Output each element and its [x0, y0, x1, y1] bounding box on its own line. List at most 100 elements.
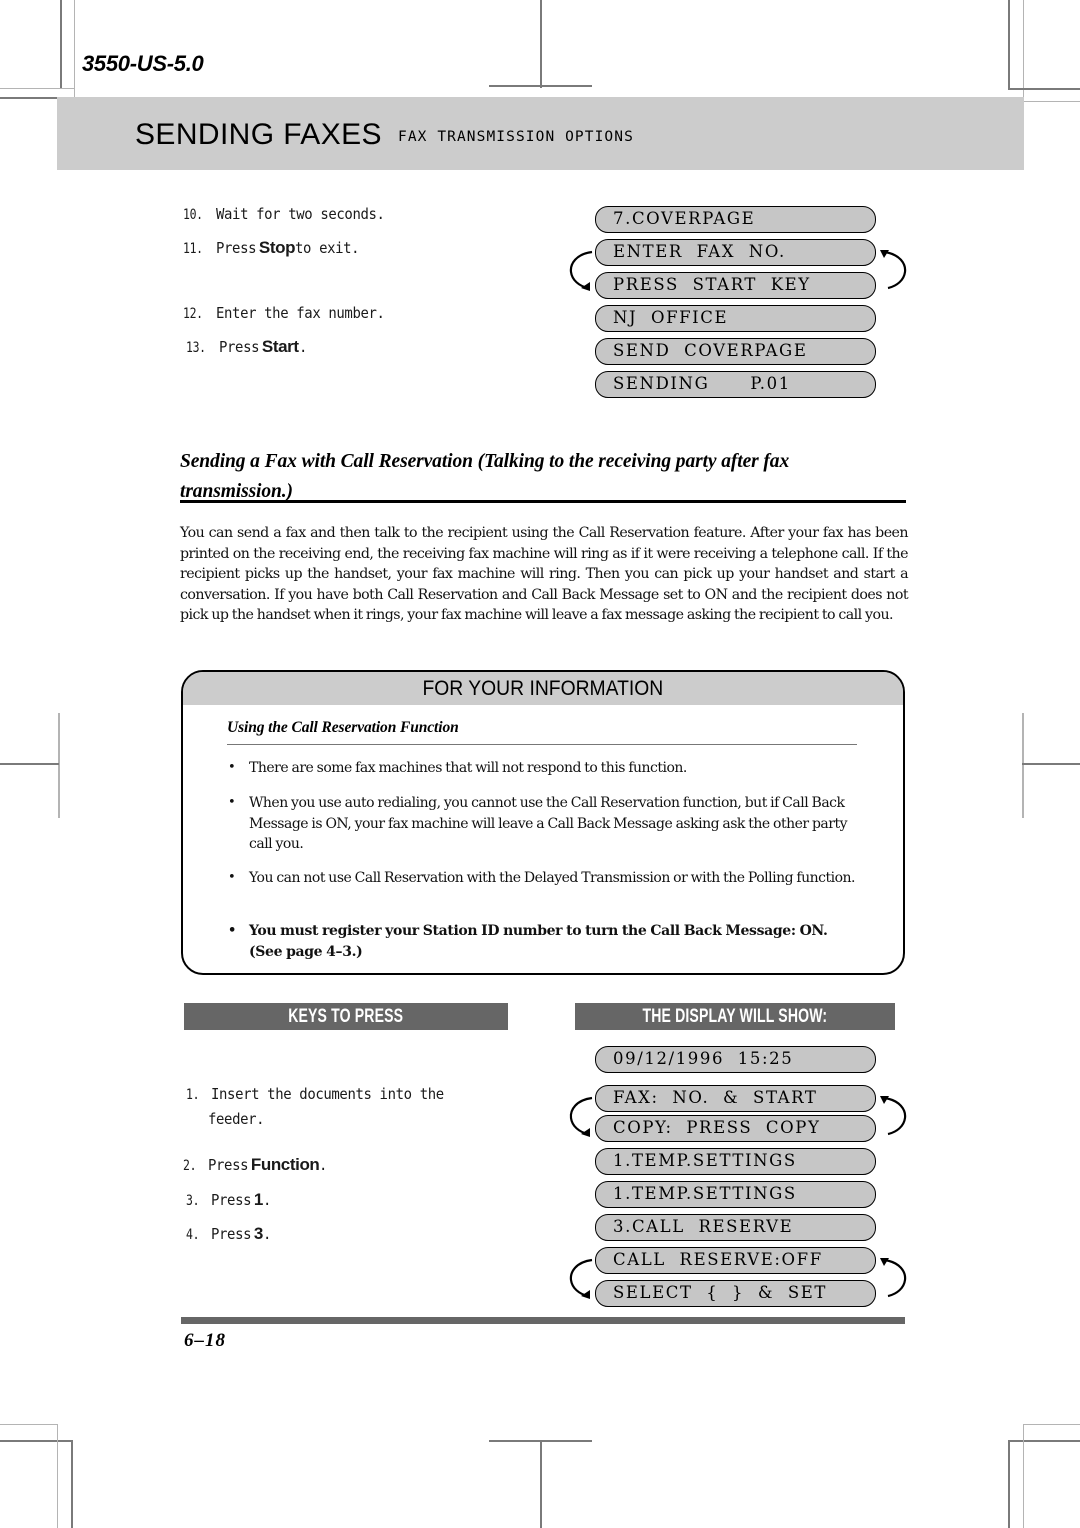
registration-mark-left-horizontal [0, 763, 59, 765]
bullet-dot-icon: • [228, 870, 236, 885]
crop-mark-top-right-horizontal [1008, 88, 1080, 90]
section-heading: Sending a Fax with Call Reservation (Tal… [180, 451, 790, 502]
alternate-left-arrow-top [569, 250, 593, 291]
for-your-information-box: FOR YOUR INFORMATION Using the Call Rese… [181, 670, 905, 975]
fyi-bullet-3-text: You can not use Call Reservation with th… [249, 870, 856, 886]
bottom-display-line-2: FAX: NO. & START [595, 1085, 876, 1112]
bottom-step-3: 3. Press 1. [186, 1190, 272, 1210]
step-13: 13. Press Start. [186, 337, 307, 357]
registration-mark-left-vertical [58, 713, 61, 818]
crop-mark-top-center-rule [489, 85, 592, 88]
alternate-right-arrow-bottom-a [880, 1096, 907, 1136]
bottom-step-1-cont: feeder. [208, 1110, 268, 1128]
crop-mark-top-right-vertical-outer [1023, 0, 1025, 102]
step-11-text-after: to exit. [295, 239, 360, 257]
display-will-show-header: THE DISPLAY WILL SHOW: [575, 1003, 895, 1030]
step-13-text: Press [218, 338, 260, 356]
fyi-bullet-4: • You must register your Station ID numb… [228, 921, 859, 962]
registration-mark-right-horizontal [1022, 763, 1080, 765]
step-12-number: 12. [183, 306, 203, 322]
bottom-step-3-key: 1 [253, 1190, 263, 1209]
step-12-text: Enter the fax number. [215, 304, 385, 322]
section-heading-rule [180, 500, 906, 503]
bottom-step-4-text-after: . [262, 1225, 271, 1243]
registration-mark-right-vertical [1022, 713, 1025, 818]
step-13-key: Start [261, 337, 299, 356]
crop-mark-top-left-vertical [60, 0, 62, 89]
fyi-title-band: FOR YOUR INFORMATION [183, 672, 903, 705]
step-10-text: Wait for two seconds. [215, 205, 385, 223]
bottom-step-2-text: Press [207, 1156, 249, 1174]
step-11-text: Press [215, 239, 257, 257]
crop-mark-top-right-vertical [1008, 0, 1010, 89]
bottom-display-line-4: 1.TEMP.SETTINGS [595, 1148, 876, 1175]
bottom-step-4-text: Press [210, 1225, 252, 1243]
fyi-bullet-2: • When you use auto redialing, you canno… [228, 793, 863, 855]
bullet-dot-icon: • [228, 760, 236, 775]
bottom-display-line-7: CALL RESERVE:OFF [595, 1247, 876, 1274]
bullet-dot-icon: • [228, 795, 236, 810]
crop-mark-bottom-left-vertical [71, 1440, 73, 1528]
bottom-display-line-1: 09/12/1996 15:25 [595, 1046, 876, 1073]
alternate-right-arrow-bottom-b [880, 1258, 907, 1298]
bottom-step-3-text-after: . [262, 1191, 271, 1209]
bottom-display-line-3: COPY: PRESS COPY [595, 1115, 876, 1142]
crop-mark-top-left-horizontal [0, 97, 59, 99]
fyi-bullet-4-text: You must register your Station ID number… [249, 923, 828, 960]
page-title: SENDING FAXES [135, 118, 382, 151]
crop-mark-bottom-right-vertical-outer [1023, 1424, 1025, 1528]
crop-mark-bottom-right-horizontal-outer [1023, 1424, 1080, 1426]
step-12: 12. Enter the fax number. [183, 304, 397, 322]
bottom-step-1-text: Insert the documents into the [210, 1085, 444, 1103]
crop-mark-bottom-right-horizontal [1008, 1440, 1080, 1442]
bottom-step-1-text-cont: feeder. [208, 1110, 265, 1128]
bottom-step-4: 4. Press 3. [186, 1224, 272, 1244]
crop-mark-top-left-vertical-outer [74, 0, 76, 97]
footer-rule [181, 1317, 905, 1324]
alternate-left-arrow-bottom-b [569, 1258, 593, 1299]
alternate-left-arrow-bottom-a [569, 1096, 593, 1137]
bottom-step-2-text-after: . [319, 1156, 328, 1174]
fyi-title: FOR YOUR INFORMATION [422, 677, 664, 700]
page-number: 6–18 [184, 1330, 226, 1351]
crop-mark-top-left-horizontal-outer [0, 88, 74, 90]
step-11: 11. Press Stop to exit. [183, 238, 364, 258]
fyi-bullet-1-text: There are some fax machines that will no… [249, 760, 687, 776]
crop-mark-top-right-horizontal-outer [1023, 101, 1080, 103]
step-10: 10. Wait for two seconds. [183, 205, 397, 223]
display-line-3: PRESS START KEY [595, 272, 876, 299]
bullet-dot-icon: • [228, 923, 236, 938]
bottom-step-4-number: 4. [186, 1227, 200, 1243]
fyi-bullet-1: • There are some fax machines that will … [228, 758, 859, 779]
display-line-1: 7.COVERPAGE [595, 206, 876, 233]
bottom-step-3-text: Press [210, 1191, 252, 1209]
bottom-step-2-number: 2. [183, 1158, 197, 1174]
fyi-subtitle: Using the Call Reservation Function [227, 719, 459, 736]
step-11-number: 11. [183, 241, 203, 257]
step-10-number: 10. [183, 207, 203, 223]
step-11-key: Stop [258, 238, 296, 257]
display-line-5: SEND COVERPAGE [595, 338, 876, 365]
fyi-subtitle-rule [227, 744, 857, 746]
bottom-step-1-number: 1. [186, 1087, 200, 1103]
crop-mark-bottom-left-horizontal [0, 1440, 72, 1442]
crop-mark-top-center-tick [540, 0, 542, 88]
step-13-text-after: . [298, 338, 307, 356]
bottom-step-4-key: 3 [253, 1224, 263, 1243]
bottom-step-2-key: Function [250, 1155, 320, 1174]
bottom-display-line-8: SELECT { } & SET [595, 1280, 876, 1307]
alternate-right-arrow-top [880, 250, 907, 290]
crop-mark-bottom-left-horizontal-outer [0, 1424, 58, 1426]
crop-mark-bottom-right-vertical [1008, 1440, 1010, 1528]
keys-to-press-label: KEYS TO PRESS [288, 1006, 404, 1027]
display-line-4: NJ OFFICE [595, 305, 876, 332]
keys-to-press-header: KEYS TO PRESS [184, 1003, 508, 1030]
display-line-6: SENDING P.01 [595, 371, 876, 398]
crop-mark-bottom-left-vertical-outer [57, 1424, 59, 1528]
page-subtitle: FAX TRANSMISSION OPTIONS [398, 129, 634, 145]
display-will-show-label: THE DISPLAY WILL SHOW: [642, 1006, 828, 1027]
bottom-step-3-number: 3. [186, 1193, 200, 1209]
bottom-step-2: 2. Press Function. [183, 1155, 328, 1175]
crop-mark-bottom-center-tick [540, 1440, 542, 1528]
fyi-bullet-3: • You can not use Call Reservation with … [228, 868, 861, 889]
